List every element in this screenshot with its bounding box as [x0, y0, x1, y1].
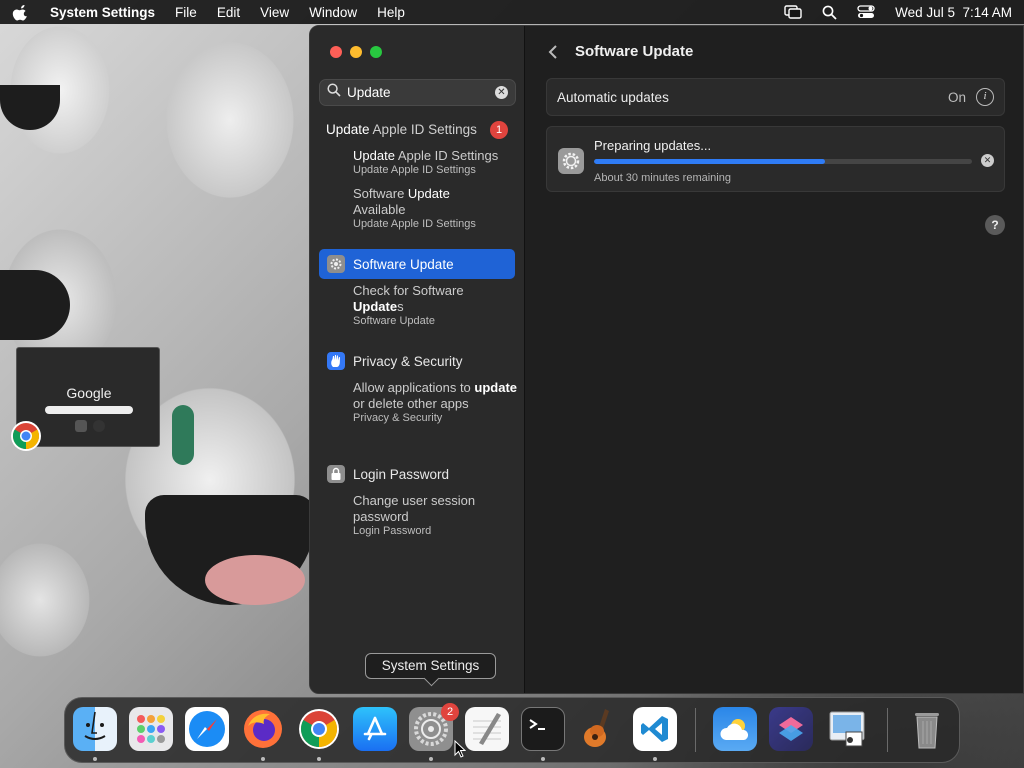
result-change-user-password[interactable]: Change user session password Login Passw…: [353, 493, 483, 538]
preview-icon[interactable]: [825, 707, 869, 751]
progress-bar: [594, 159, 972, 164]
automatic-updates-row[interactable]: Automatic updates On i: [546, 78, 1005, 116]
mouse-cursor-icon: [454, 739, 467, 763]
spotlight-search-icon[interactable]: [822, 5, 837, 20]
progress-remaining: About 30 minutes remaining: [594, 172, 731, 184]
safari-icon[interactable]: [185, 707, 229, 751]
result-software-update-available[interactable]: Software Update Available Update Apple I…: [353, 186, 518, 231]
gear-icon: [327, 255, 345, 273]
progress-title: Preparing updates...: [594, 138, 712, 153]
result-update-apple-id[interactable]: Update Apple ID Settings Update Apple ID…: [353, 148, 518, 177]
dock-tooltip: System Settings: [365, 653, 496, 679]
chrome-icon[interactable]: [10, 420, 42, 452]
software-update-gear-icon: [558, 148, 584, 174]
menu-file[interactable]: File: [175, 5, 197, 20]
update-progress-card: Preparing updates... About 30 minutes re…: [546, 126, 1005, 192]
automatic-updates-label: Automatic updates: [557, 89, 669, 105]
cancel-update-icon[interactable]: ✕: [981, 154, 994, 167]
weather-icon[interactable]: [713, 707, 757, 751]
control-center-icon[interactable]: [857, 5, 875, 19]
back-chevron-icon[interactable]: [546, 43, 560, 61]
sidebar: ✕ Update Apple ID Settings 1 Update Appl…: [310, 26, 525, 693]
app-store-icon[interactable]: [353, 707, 397, 751]
dock: 2: [64, 697, 960, 763]
lock-icon: [327, 465, 345, 483]
launchpad-icon[interactable]: [129, 707, 173, 751]
zoom-window-button[interactable]: [370, 46, 382, 58]
sidebar-item-login-password[interactable]: Login Password: [319, 459, 515, 489]
menu-help[interactable]: Help: [377, 5, 405, 20]
info-icon[interactable]: i: [976, 88, 994, 106]
screen-mirroring-icon[interactable]: [784, 5, 802, 19]
settings-search[interactable]: ✕: [319, 79, 516, 106]
result-check-for-updates[interactable]: Check for Software Updates Software Upda…: [353, 283, 518, 328]
menu-clock[interactable]: Wed Jul 5 7:14 AM: [895, 5, 1012, 20]
content-pane: Software Update Automatic updates On i P…: [526, 26, 1023, 693]
hand-icon: [327, 352, 345, 370]
firefox-icon[interactable]: [241, 707, 285, 751]
terminal-icon[interactable]: [521, 707, 565, 751]
system-settings-window: ✕ Update Apple ID Settings 1 Update Appl…: [309, 25, 1024, 694]
result-group-apple-id[interactable]: Update Apple ID Settings: [326, 122, 477, 137]
automatic-updates-status: On: [947, 89, 966, 105]
vscode-icon[interactable]: [633, 707, 677, 751]
google-search-bar: [45, 406, 133, 414]
garageband-icon[interactable]: [577, 707, 621, 751]
menu-edit[interactable]: Edit: [217, 5, 240, 20]
menu-view[interactable]: View: [260, 5, 289, 20]
google-logo: Google: [66, 385, 112, 401]
close-window-button[interactable]: [330, 46, 342, 58]
menu-window[interactable]: Window: [309, 5, 357, 20]
result-allow-applications[interactable]: Allow applications to update or delete o…: [353, 380, 518, 425]
sidebar-item-software-update[interactable]: Software Update: [319, 249, 515, 279]
window-controls: [330, 46, 382, 58]
search-icon: [327, 83, 341, 102]
help-button[interactable]: ?: [985, 215, 1005, 235]
textedit-icon[interactable]: [465, 707, 509, 751]
menu-bar: System Settings File Edit View Window He…: [0, 0, 1024, 24]
dock-notification-badge: 2: [441, 703, 459, 721]
menu-app-name[interactable]: System Settings: [50, 5, 155, 20]
finder-icon[interactable]: [73, 707, 117, 751]
notification-badge: 1: [490, 121, 508, 139]
clear-search-icon[interactable]: ✕: [495, 86, 508, 99]
sidebar-item-privacy-security[interactable]: Privacy & Security: [319, 346, 515, 376]
google-chrome-icon[interactable]: [297, 707, 341, 751]
page-title: Software Update: [575, 43, 694, 60]
minimize-window-button[interactable]: [350, 46, 362, 58]
trash-icon[interactable]: [905, 707, 949, 751]
progress-bar-fill: [594, 159, 825, 164]
search-input[interactable]: [347, 85, 495, 100]
shortcuts-icon[interactable]: [769, 707, 813, 751]
apple-menu-icon[interactable]: [12, 4, 32, 21]
